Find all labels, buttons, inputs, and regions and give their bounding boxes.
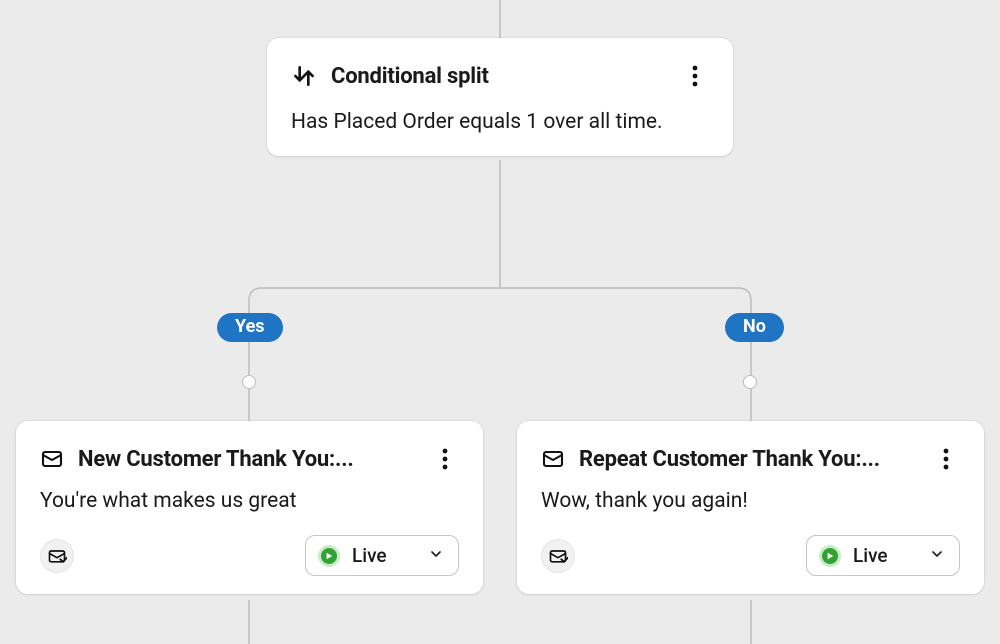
add-step-node-yes[interactable] xyxy=(242,375,256,389)
email-menu-button-no[interactable] xyxy=(932,445,960,473)
smart-send-icon-yes[interactable] xyxy=(40,539,74,573)
chevron-down-icon xyxy=(428,546,444,566)
branch-pill-yes: Yes xyxy=(217,313,283,342)
email-subject-yes: You're what makes us great xyxy=(40,489,459,513)
status-selector-no[interactable]: Live xyxy=(806,535,960,576)
chevron-down-icon xyxy=(929,546,945,566)
email-icon xyxy=(541,447,565,471)
status-text-yes: Live xyxy=(352,544,416,567)
branch-pill-no: No xyxy=(725,313,784,342)
status-text-no: Live xyxy=(853,544,917,567)
email-title-yes: New Customer Thank You:... xyxy=(78,447,417,472)
split-condition-text: Has Placed Order equals 1 over all time. xyxy=(291,110,709,134)
add-step-node-no[interactable] xyxy=(743,375,757,389)
email-card-yes[interactable]: New Customer Thank You:... You're what m… xyxy=(16,421,483,594)
email-icon xyxy=(40,447,64,471)
email-subject-no: Wow, thank you again! xyxy=(541,489,960,513)
conditional-split-card[interactable]: Conditional split Has Placed Order equal… xyxy=(267,38,733,156)
email-title-no: Repeat Customer Thank You:... xyxy=(579,447,918,472)
email-card-no[interactable]: Repeat Customer Thank You:... Wow, thank… xyxy=(517,421,984,594)
split-icon xyxy=(291,63,317,89)
status-live-icon xyxy=(819,545,841,567)
status-selector-yes[interactable]: Live xyxy=(305,535,459,576)
split-title: Conditional split xyxy=(331,64,667,89)
split-menu-button[interactable] xyxy=(681,62,709,90)
email-menu-button-yes[interactable] xyxy=(431,445,459,473)
status-live-icon xyxy=(318,545,340,567)
smart-send-icon-no[interactable] xyxy=(541,539,575,573)
